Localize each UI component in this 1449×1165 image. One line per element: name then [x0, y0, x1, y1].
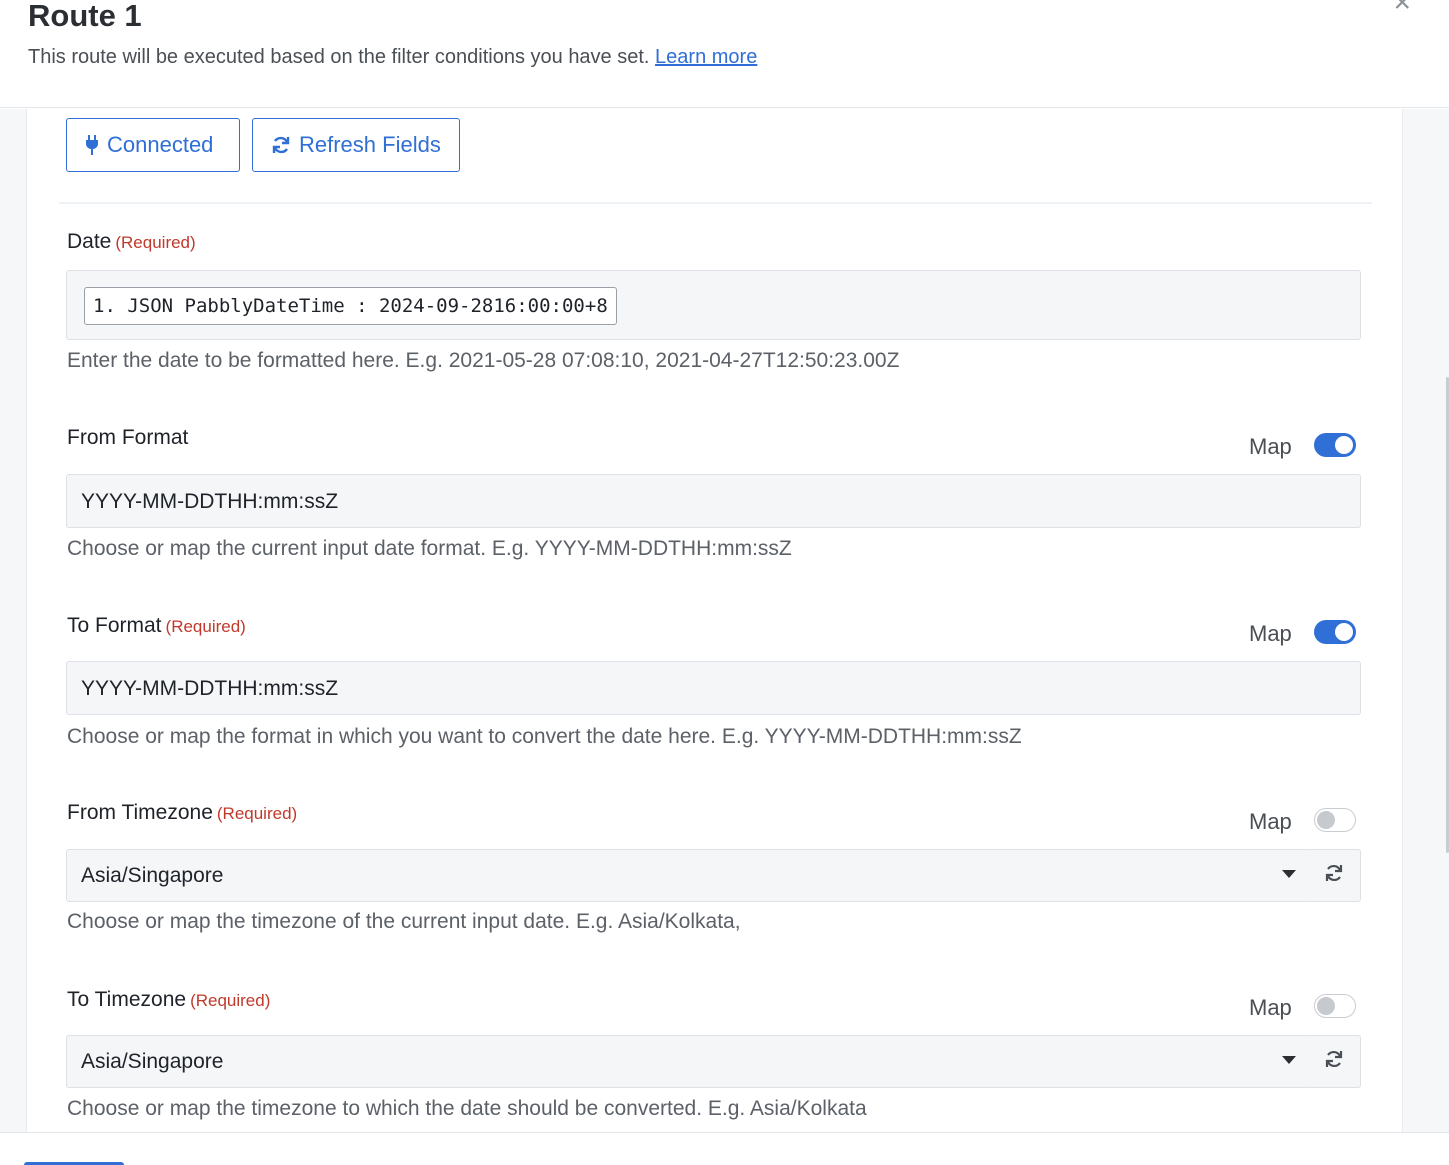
from-format-label-text: From Format	[67, 426, 189, 449]
refresh-icon	[1324, 863, 1344, 888]
to-timezone-select[interactable]: Asia/Singapore	[66, 1035, 1309, 1088]
to-format-help-text: Choose or map the format in which you wa…	[67, 725, 1022, 748]
route-modal: Route 1 This route will be executed base…	[0, 0, 1449, 1165]
toggle-knob	[1335, 623, 1353, 641]
connected-button[interactable]: Connected	[66, 118, 240, 172]
refresh-icon	[1324, 1049, 1344, 1074]
required-badge: (Required)	[216, 804, 298, 823]
form-card: Connected Refresh Fields Date(Required)	[26, 109, 1403, 1132]
caret-down-icon	[1282, 870, 1296, 878]
from-format-input[interactable]: YYYY-MM-DDTHH:mm:ssZ	[66, 474, 1361, 528]
learn-more-link[interactable]: Learn more	[655, 46, 757, 68]
modal-subtitle: This route will be executed based on the…	[28, 44, 757, 70]
to-format-map-toggle[interactable]	[1314, 620, 1356, 644]
divider	[59, 202, 1372, 204]
refresh-fields-label: Refresh Fields	[299, 132, 441, 157]
to-timezone-refresh-button[interactable]	[1308, 1035, 1361, 1088]
to-format-label-text: To Format	[67, 614, 162, 637]
from-format-map-toggle[interactable]	[1314, 433, 1356, 457]
date-help-text: Enter the date to be formatted here. E.g…	[67, 349, 900, 372]
modal-body: Connected Refresh Fields Date(Required)	[0, 109, 1449, 1132]
from-timezone-value: Asia/Singapore	[81, 864, 224, 887]
map-label: Map	[1249, 809, 1292, 834]
required-badge: (Required)	[165, 617, 246, 636]
to-timezone-map-toggle[interactable]	[1314, 994, 1356, 1018]
refresh-fields-button[interactable]: Refresh Fields	[252, 118, 460, 172]
modal-footer	[0, 1132, 1449, 1165]
close-icon[interactable]: ×	[1393, 0, 1411, 18]
map-label: Map	[1249, 621, 1292, 646]
to-timezone-help-text: Choose or map the timezone to which the …	[67, 1097, 867, 1120]
plug-icon	[85, 135, 99, 155]
refresh-icon	[271, 135, 291, 155]
to-timezone-value: Asia/Singapore	[81, 1050, 224, 1073]
date-label-text: Date	[67, 230, 112, 253]
map-label: Map	[1249, 434, 1292, 459]
toggle-knob	[1317, 811, 1335, 829]
from-format-value: YYYY-MM-DDTHH:mm:ssZ	[81, 490, 339, 513]
from-timezone-map-toggle[interactable]	[1314, 808, 1356, 832]
from-timezone-label: From Timezone (Required)	[67, 801, 297, 825]
toggle-knob	[1317, 997, 1335, 1015]
caret-down-icon	[1282, 1056, 1296, 1064]
from-timezone-help-text: Choose or map the timezone of the curren…	[67, 910, 741, 933]
mapped-field-chip[interactable]: 1. JSON PabblyDateTime : 2024-09-2816:00…	[84, 287, 617, 325]
connected-label: Connected	[107, 132, 214, 157]
date-label: Date (Required)	[67, 230, 196, 254]
from-timezone-select[interactable]: Asia/Singapore	[66, 849, 1309, 902]
required-badge: (Required)	[115, 233, 196, 252]
from-timezone-refresh-button[interactable]	[1308, 849, 1361, 902]
required-badge: (Required)	[190, 991, 271, 1010]
toggle-knob	[1335, 436, 1353, 454]
from-format-help-text: Choose or map the current input date for…	[67, 537, 792, 560]
to-format-input[interactable]: YYYY-MM-DDTHH:mm:ssZ	[66, 661, 1361, 715]
modal-header: Route 1 This route will be executed base…	[0, 0, 1449, 108]
subtitle-text: This route will be executed based on the…	[28, 46, 650, 68]
map-label: Map	[1249, 995, 1292, 1020]
to-timezone-label: To Timezone (Required)	[67, 988, 270, 1012]
to-timezone-label-text: To Timezone	[67, 988, 187, 1011]
date-input[interactable]: 1. JSON PabblyDateTime : 2024-09-2816:00…	[66, 270, 1361, 340]
to-format-value: YYYY-MM-DDTHH:mm:ssZ	[81, 677, 339, 700]
from-timezone-label-text: From Timezone	[67, 801, 213, 824]
modal-title: Route 1	[28, 0, 142, 33]
from-format-label: From Format	[67, 426, 188, 450]
to-format-label: To Format (Required)	[67, 614, 246, 638]
